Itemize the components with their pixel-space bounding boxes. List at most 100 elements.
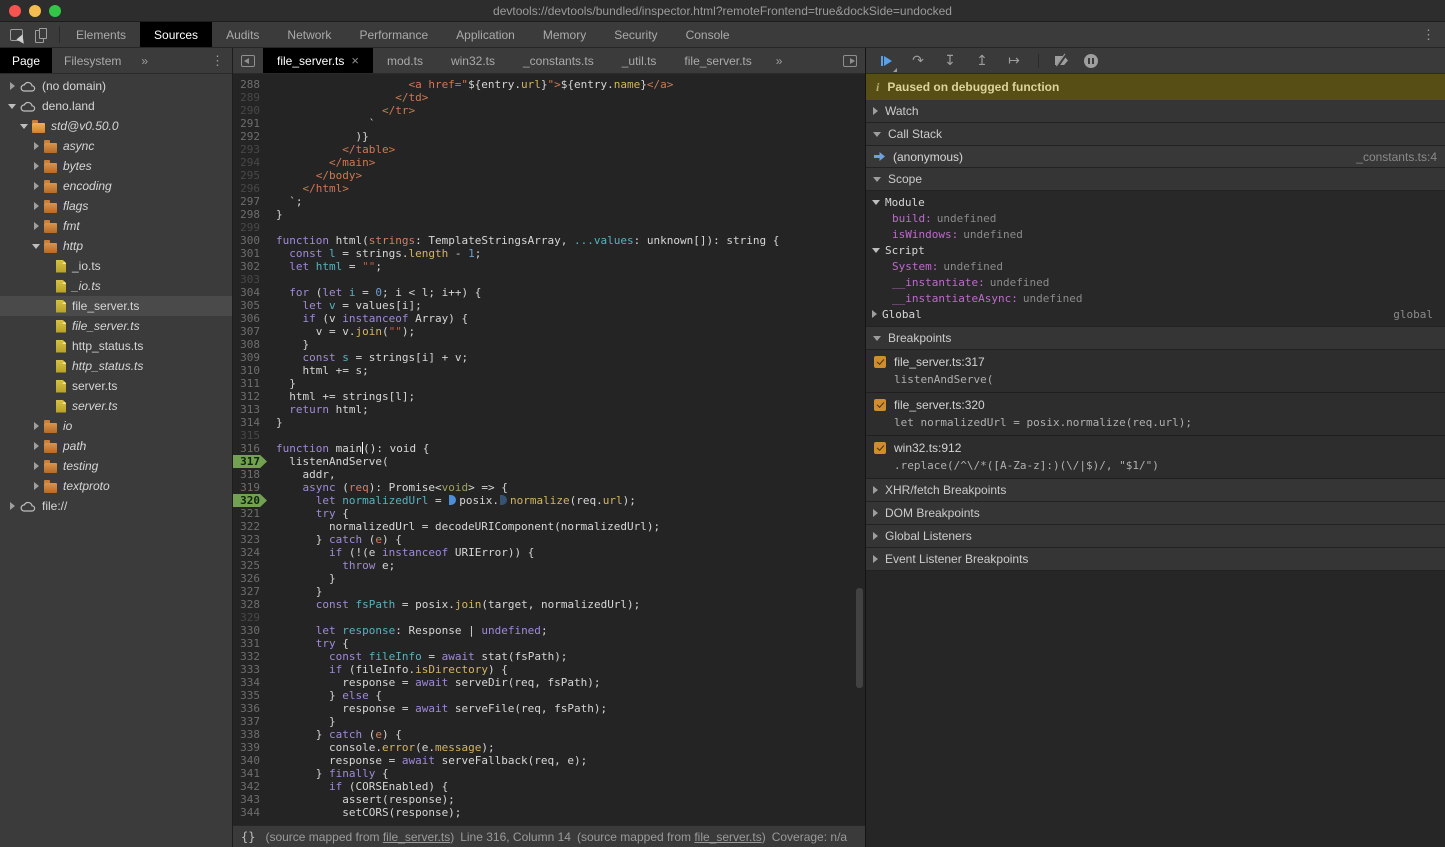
inline-breakpoint-marker[interactable] — [500, 495, 507, 505]
call-stack-section-header[interactable]: Call Stack — [866, 123, 1445, 146]
tree-item-bytes[interactable]: bytes — [0, 156, 232, 176]
line-number[interactable]: 339 — [233, 741, 267, 754]
tab-audits[interactable]: Audits — [212, 22, 273, 47]
line-number[interactable]: 332 — [233, 650, 267, 663]
chevron-down-icon[interactable] — [18, 124, 30, 129]
line-number[interactable]: 291 — [233, 117, 267, 130]
dom-breakpoints-section-header[interactable]: DOM Breakpoints — [866, 502, 1445, 525]
line-number[interactable]: 309 — [233, 351, 267, 364]
breakpoint-checkbox[interactable] — [874, 356, 886, 368]
scope-property[interactable]: __instantiateAsync:undefined — [866, 290, 1445, 306]
scope-property[interactable]: isWindows:undefined — [866, 226, 1445, 242]
chevron-down-icon[interactable] — [30, 244, 42, 249]
chevron-right-icon[interactable] — [30, 442, 42, 450]
line-number[interactable]: 298 — [233, 208, 267, 221]
line-number[interactable]: 306 — [233, 312, 267, 325]
tree-item-http[interactable]: http — [0, 236, 232, 256]
show-debugger-icon[interactable] — [835, 48, 865, 73]
line-number[interactable]: 328 — [233, 598, 267, 611]
device-toolbar-icon[interactable] — [35, 28, 47, 41]
tree-item-path[interactable]: path — [0, 436, 232, 456]
breakpoint-entry[interactable]: file_server.ts:320let normalizedUrl = po… — [866, 393, 1445, 436]
tree-item-encoding[interactable]: encoding — [0, 176, 232, 196]
chevron-right-icon[interactable] — [30, 182, 42, 190]
minimize-window-button[interactable] — [29, 5, 41, 17]
more-tabs-icon[interactable]: » — [766, 48, 793, 73]
tree-item-server-ts[interactable]: server.ts — [0, 396, 232, 416]
pretty-print-icon[interactable]: {} — [241, 830, 255, 844]
line-number[interactable]: 343 — [233, 793, 267, 806]
tab-sources[interactable]: Sources — [140, 22, 212, 47]
line-number[interactable]: 304 — [233, 286, 267, 299]
code-editor[interactable]: 288 <a href="${entry.url}">${entry.name}… — [233, 74, 865, 825]
source-map-link-2[interactable]: file_server.ts — [694, 830, 761, 844]
line-number[interactable]: 288 — [233, 78, 267, 91]
line-number[interactable]: 338 — [233, 728, 267, 741]
editor-tab-win32-ts[interactable]: win32.ts — [437, 48, 509, 73]
chevron-down-icon[interactable] — [6, 104, 18, 109]
line-number[interactable]: 289 — [233, 91, 267, 104]
tree-item-fmt[interactable]: fmt — [0, 216, 232, 236]
more-options-icon[interactable]: ⋮ — [1412, 22, 1445, 47]
line-number[interactable]: 301 — [233, 247, 267, 260]
deactivate-breakpoints-icon[interactable] — [1055, 56, 1068, 65]
line-number[interactable]: 308 — [233, 338, 267, 351]
scope-group-global[interactable]: Globalglobal — [866, 306, 1445, 322]
line-number[interactable]: 297 — [233, 195, 267, 208]
step-over-icon[interactable]: ↷ — [910, 53, 926, 69]
breakpoint-gutter-marker[interactable]: 317 — [233, 455, 267, 468]
line-number[interactable]: 325 — [233, 559, 267, 572]
navigator-more-options-icon[interactable]: ⋮ — [203, 48, 232, 73]
breakpoints-section-header[interactable]: Breakpoints — [866, 327, 1445, 350]
line-number[interactable]: 296 — [233, 182, 267, 195]
editor-tab-util-ts[interactable]: _util.ts — [608, 48, 671, 73]
breakpoint-entry[interactable]: win32.ts:912.replace(/^\/*([A-Za-z]:)(\/… — [866, 436, 1445, 479]
line-number[interactable]: 326 — [233, 572, 267, 585]
scope-group-module[interactable]: Module — [866, 194, 1445, 210]
breakpoint-checkbox[interactable] — [874, 442, 886, 454]
global-listeners-section-header[interactable]: Global Listeners — [866, 525, 1445, 548]
tab-console[interactable]: Console — [672, 22, 744, 47]
chevron-right-icon[interactable] — [30, 142, 42, 150]
line-number[interactable]: 324 — [233, 546, 267, 559]
scope-property[interactable]: __instantiate:undefined — [866, 274, 1445, 290]
tab-network[interactable]: Network — [273, 22, 345, 47]
line-number[interactable]: 293 — [233, 143, 267, 156]
breakpoint-entry[interactable]: file_server.ts:317listenAndServe( — [866, 350, 1445, 393]
tree-item-io-ts[interactable]: _io.ts — [0, 276, 232, 296]
tree-item-deno-land[interactable]: deno.land — [0, 96, 232, 116]
tree-item-flags[interactable]: flags — [0, 196, 232, 216]
source-map-link[interactable]: file_server.ts — [383, 830, 450, 844]
line-number[interactable]: 344 — [233, 806, 267, 819]
xhr-fetch-breakpoints-section-header[interactable]: XHR/fetch Breakpoints — [866, 479, 1445, 502]
line-number[interactable]: 290 — [233, 104, 267, 117]
line-number[interactable]: 307 — [233, 325, 267, 338]
line-number[interactable]: 294 — [233, 156, 267, 169]
line-number[interactable]: 336 — [233, 702, 267, 715]
line-number[interactable]: 318 — [233, 468, 267, 481]
line-number[interactable]: 335 — [233, 689, 267, 702]
step-into-icon[interactable]: ↧ — [942, 53, 958, 69]
line-number[interactable]: 337 — [233, 715, 267, 728]
line-number[interactable]: 312 — [233, 390, 267, 403]
line-number[interactable]: 327 — [233, 585, 267, 598]
chevron-right-icon[interactable] — [6, 502, 18, 510]
tree-item-no-domain[interactable]: (no domain) — [0, 76, 232, 96]
tab-security[interactable]: Security — [600, 22, 671, 47]
line-number[interactable]: 330 — [233, 624, 267, 637]
step-out-icon[interactable]: ↥ — [974, 53, 990, 69]
step-icon[interactable]: ↦ — [1006, 53, 1022, 69]
event-listener-breakpoints-section-header[interactable]: Event Listener Breakpoints — [866, 548, 1445, 571]
chevron-right-icon[interactable] — [6, 82, 18, 90]
scope-section-header[interactable]: Scope — [866, 168, 1445, 191]
tree-item-io[interactable]: io — [0, 416, 232, 436]
tab-application[interactable]: Application — [442, 22, 529, 47]
editor-tab-file-server-ts[interactable]: file_server.ts× — [263, 48, 373, 73]
inline-breakpoint-marker[interactable] — [449, 495, 456, 505]
editor-tab-constants-ts[interactable]: _constants.ts — [509, 48, 608, 73]
line-number[interactable]: 323 — [233, 533, 267, 546]
inspect-icon[interactable] — [10, 29, 23, 41]
tree-item-std-v0-50-0[interactable]: std@v0.50.0 — [0, 116, 232, 136]
line-number[interactable]: 322 — [233, 520, 267, 533]
line-number[interactable]: 292 — [233, 130, 267, 143]
